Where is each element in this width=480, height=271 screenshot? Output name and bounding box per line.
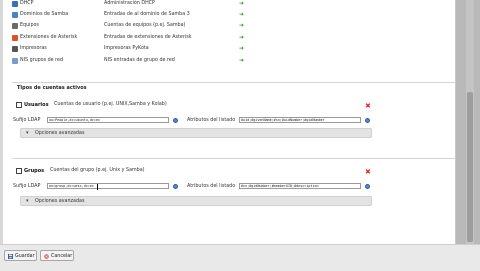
action-bar: Guardar Cancelar: [0, 244, 480, 271]
add-arrow-icon[interactable]: ➜: [239, 57, 244, 65]
users-ldap-suffix-input[interactable]: ou=People,dc=ubuntu,dc=ec: [47, 117, 169, 123]
plugin-name: Equipos: [20, 23, 39, 28]
add-arrow-icon[interactable]: ➜: [239, 22, 244, 30]
dhcp-icon: [12, 1, 18, 7]
plugin-name: Dominios de Samba: [20, 12, 69, 17]
add-arrow-icon[interactable]: ➜: [239, 0, 244, 8]
window-left-edge: [0, 0, 3, 270]
plugin-row-samba-domains: Dominios de Samba Entradas de al dominio…: [12, 11, 252, 20]
active-account-types-title: Tipos de cuentas activos: [17, 85, 87, 91]
account-type-name: Usuarios: [24, 102, 49, 108]
help-icon[interactable]: [365, 183, 370, 189]
cancel-button-label: Cancelar: [51, 253, 73, 259]
users-suffix-label: Sufijo LDAP: [13, 118, 41, 123]
save-button-label: Guardar: [15, 253, 35, 259]
plugin-row-printers: Impresoras Impresoras PyKota ➜: [12, 45, 252, 54]
add-arrow-icon[interactable]: ➜: [239, 45, 244, 53]
plugin-name: Extensiones de Asterisk: [20, 35, 78, 40]
section-divider: [12, 158, 455, 159]
groups-advanced-options-toggle[interactable]: ▾ Opciones avanzadas: [20, 196, 372, 206]
remove-groups-icon[interactable]: ✖: [365, 168, 371, 176]
add-arrow-icon[interactable]: ➜: [239, 34, 244, 42]
text-cursor: [97, 184, 98, 190]
plugin-description: Cuentas de equipos (p.ej. Samba): [104, 23, 186, 28]
plugin-description: Entradas de extensiones de Asterisk: [104, 35, 192, 40]
plugin-description: Entradas de al dominio de Samba 3: [104, 12, 190, 17]
advanced-options-label: Opciones avanzadas: [35, 130, 85, 136]
cancel-button[interactable]: Cancelar: [40, 250, 74, 261]
section-divider: [12, 82, 455, 83]
save-icon: [8, 253, 13, 259]
account-types-panel: DHCP Administración DHCP ➜ Dominios de S…: [4, 0, 456, 244]
netgroup-icon: [12, 58, 18, 64]
add-arrow-icon[interactable]: ➜: [239, 11, 244, 19]
group-icon: [16, 168, 22, 174]
cancel-icon: [44, 253, 49, 259]
plugin-row-nis-netgroups: NIS grupos de red NIS entradas de grupo …: [12, 57, 252, 66]
plugin-description: Impresoras PyKota: [104, 46, 149, 51]
help-icon[interactable]: [173, 117, 178, 123]
groups-ldap-suffix-input[interactable]: ou=group,dc=uesc,dc=ec: [47, 183, 169, 189]
plugin-name: Impresoras: [20, 46, 47, 51]
plugin-row-dhcp: DHCP Administración DHCP ➜: [12, 0, 252, 9]
advanced-options-label: Opciones avanzadas: [35, 198, 85, 204]
groups-suffix-label: Sufijo LDAP: [13, 184, 41, 189]
chevron-down-icon: ▾: [26, 130, 29, 136]
remove-users-icon[interactable]: ✖: [365, 102, 371, 110]
users-list-attributes-label: Atributos del listado: [187, 118, 236, 123]
account-type-users-header: Usuarios Cuentas de usuario (p.ej. UNIX,…: [16, 101, 376, 110]
printer-icon: [12, 46, 18, 52]
plugin-name: DHCP: [20, 1, 34, 6]
groups-list-attributes-input[interactable]: #cn;#gidNumber;#memberUID;#description: [239, 183, 361, 189]
users-advanced-options-toggle[interactable]: ▾ Opciones avanzadas: [20, 128, 372, 138]
computer-icon: [12, 23, 18, 29]
user-icon: [16, 102, 22, 108]
asterisk-icon: [12, 35, 18, 41]
plugin-row-hosts: Equipos Cuentas de equipos (p.ej. Samba)…: [12, 22, 252, 31]
save-button[interactable]: Guardar: [4, 250, 37, 261]
account-type-name: Grupos: [24, 168, 45, 174]
help-icon[interactable]: [365, 117, 370, 123]
plugin-row-asterisk: Extensiones de Asterisk Entradas de exte…: [12, 34, 252, 43]
chevron-down-icon: ▾: [26, 198, 29, 204]
account-type-description: Cuentas del grupo (p.ej. Unix y Samba): [50, 168, 145, 173]
account-type-groups-header: Grupos Cuentas del grupo (p.ej. Unix y S…: [16, 167, 376, 176]
plugin-name: NIS grupos de red: [20, 58, 64, 63]
application-window: DHCP Administración DHCP ➜ Dominios de S…: [0, 0, 480, 271]
plugin-description: NIS entradas de grupo de red: [104, 58, 175, 63]
scrollbar-thumb[interactable]: [467, 92, 473, 242]
help-icon[interactable]: [173, 183, 178, 189]
samba-domain-icon: [12, 12, 18, 18]
account-type-description: Cuentas de usuario (p.ej. UNIX,Samba y K…: [54, 102, 167, 107]
users-list-attributes-input[interactable]: #uid;#givenName;#sn;#uidNumber;#gidNumbe…: [239, 117, 361, 123]
plugin-description: Administración DHCP: [104, 1, 155, 6]
groups-list-attributes-label: Atributos del listado: [187, 184, 236, 189]
